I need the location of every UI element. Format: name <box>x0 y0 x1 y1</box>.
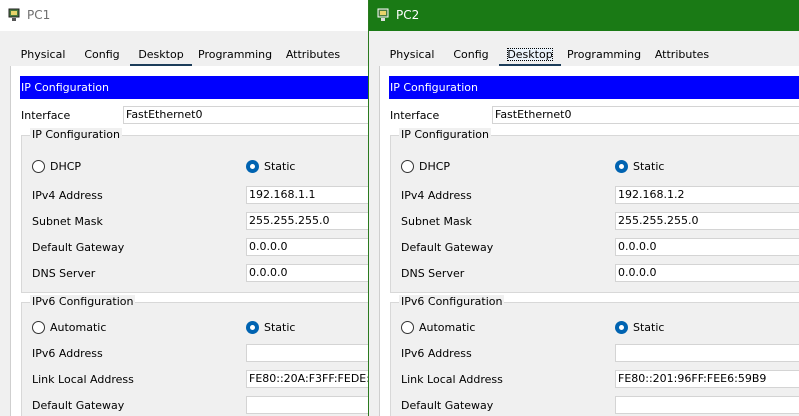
interface-select[interactable]: FastEthernet0 <box>123 106 368 124</box>
tab-label: Attributes <box>285 48 341 61</box>
interface-select[interactable]: FastEthernet0 <box>492 106 799 124</box>
tab-bar: Physical Config Desktop Programming Attr… <box>381 44 799 67</box>
static-radio[interactable] <box>615 321 628 334</box>
ipv4-address-field[interactable]: 192.168.1.1 <box>246 186 368 204</box>
link-local-address-label: Link Local Address <box>32 373 134 386</box>
static-radio[interactable] <box>246 160 259 173</box>
ipv6-gateway-field[interactable] <box>615 396 799 414</box>
tab-label: Physical <box>389 48 435 61</box>
tab-config[interactable]: Config <box>447 44 495 66</box>
automatic-radio[interactable] <box>401 321 414 334</box>
tab-physical[interactable]: Physical <box>381 44 443 66</box>
interface-label: Interface <box>21 109 71 122</box>
ip-config-header: IP Configuration <box>20 76 368 99</box>
tab-config[interactable]: Config <box>78 44 126 66</box>
pc2-window: PC2 Physical Config Desktop Programming … <box>368 0 799 416</box>
static-label: Static <box>264 321 296 334</box>
tab-desktop[interactable]: Desktop <box>499 44 561 67</box>
static-label: Static <box>633 160 665 173</box>
ip-config-header: IP Configuration <box>389 76 799 99</box>
tab-attributes[interactable]: Attributes <box>651 44 713 66</box>
ipv4-config-group: IP Configuration DHCP Static IPv4 Addres… <box>21 128 368 293</box>
pc1-title-bar[interactable]: PC1 <box>0 0 368 31</box>
tab-label: Config <box>84 48 120 61</box>
dhcp-label: DHCP <box>419 160 451 173</box>
desktop-panel: IP Configuration Interface FastEthernet0… <box>10 66 368 416</box>
link-local-address-label: Link Local Address <box>401 373 503 386</box>
default-gateway-label: Default Gateway <box>401 241 494 254</box>
tab-label: Desktop <box>138 48 184 61</box>
subnet-mask-label: Subnet Mask <box>401 215 472 228</box>
dhcp-radio[interactable] <box>401 160 414 173</box>
static-label: Static <box>633 321 665 334</box>
tab-label: Programming <box>567 48 642 61</box>
subnet-mask-field[interactable]: 255.255.255.0 <box>246 212 368 230</box>
tab-physical[interactable]: Physical <box>12 44 74 66</box>
subnet-mask-field[interactable]: 255.255.255.0 <box>615 212 799 230</box>
window-title: PC1 <box>27 8 51 22</box>
default-gateway-label: Default Gateway <box>32 241 125 254</box>
static-label: Static <box>264 160 296 173</box>
group-legend: IPv6 Configuration <box>399 295 505 308</box>
ipv4-address-label: IPv4 Address <box>401 189 472 202</box>
tab-label: Config <box>453 48 489 61</box>
ipv6-gateway-label: Default Gateway <box>32 399 125 412</box>
dns-server-field[interactable]: 0.0.0.0 <box>615 264 799 282</box>
dns-server-field[interactable]: 0.0.0.0 <box>246 264 368 282</box>
dhcp-label: DHCP <box>50 160 82 173</box>
tab-programming[interactable]: Programming <box>567 44 641 66</box>
automatic-label: Automatic <box>50 321 107 334</box>
tab-desktop[interactable]: Desktop <box>130 44 192 67</box>
pc-app-icon <box>8 8 20 21</box>
window-title: PC2 <box>396 8 420 22</box>
default-gateway-field[interactable]: 0.0.0.0 <box>246 238 368 256</box>
group-legend: IPv6 Configuration <box>30 295 136 308</box>
link-local-address-field[interactable]: FE80::20A:F3FF:FEDE:D0 <box>246 370 368 388</box>
default-gateway-field[interactable]: 0.0.0.0 <box>615 238 799 256</box>
subnet-mask-label: Subnet Mask <box>32 215 103 228</box>
ipv4-address-label: IPv4 Address <box>32 189 103 202</box>
dns-server-label: DNS Server <box>401 267 465 280</box>
link-local-address-field[interactable]: FE80::201:96FF:FEE6:59B9 <box>615 370 799 388</box>
pc1-window: PC1 Physical Config Desktop Programming … <box>0 0 368 416</box>
dhcp-radio[interactable] <box>32 160 45 173</box>
static-radio[interactable] <box>615 160 628 173</box>
dns-server-label: DNS Server <box>32 267 96 280</box>
tab-bar: Physical Config Desktop Programming Attr… <box>12 44 368 67</box>
tab-attributes[interactable]: Attributes <box>282 44 344 66</box>
desktop-panel: IP Configuration Interface FastEthernet0… <box>379 66 799 416</box>
tab-programming[interactable]: Programming <box>198 44 272 66</box>
pc2-title-bar[interactable]: PC2 <box>369 0 799 31</box>
pc-app-icon <box>377 8 389 21</box>
ipv6-address-label: IPv6 Address <box>401 347 472 360</box>
automatic-label: Automatic <box>419 321 476 334</box>
tab-label: Physical <box>20 48 66 61</box>
group-legend: IP Configuration <box>399 128 491 141</box>
ipv6-config-group: IPv6 Configuration Automatic Static IPv6… <box>21 295 368 416</box>
ipv6-config-group: IPv6 Configuration Automatic Static IPv6… <box>390 295 799 416</box>
ipv6-address-label: IPv6 Address <box>32 347 103 360</box>
static-radio[interactable] <box>246 321 259 334</box>
automatic-radio[interactable] <box>32 321 45 334</box>
ipv4-address-field[interactable]: 192.168.1.2 <box>615 186 799 204</box>
ipv6-gateway-label: Default Gateway <box>401 399 494 412</box>
tab-label: Desktop <box>507 48 553 61</box>
ipv4-config-group: IP Configuration DHCP Static IPv4 Addres… <box>390 128 799 293</box>
ipv6-address-field[interactable] <box>615 344 799 362</box>
ipv6-address-field[interactable] <box>246 344 368 362</box>
tab-label: Programming <box>198 48 273 61</box>
group-legend: IP Configuration <box>30 128 122 141</box>
interface-label: Interface <box>390 109 440 122</box>
ipv6-gateway-field[interactable] <box>246 396 368 414</box>
tab-label: Attributes <box>654 48 710 61</box>
